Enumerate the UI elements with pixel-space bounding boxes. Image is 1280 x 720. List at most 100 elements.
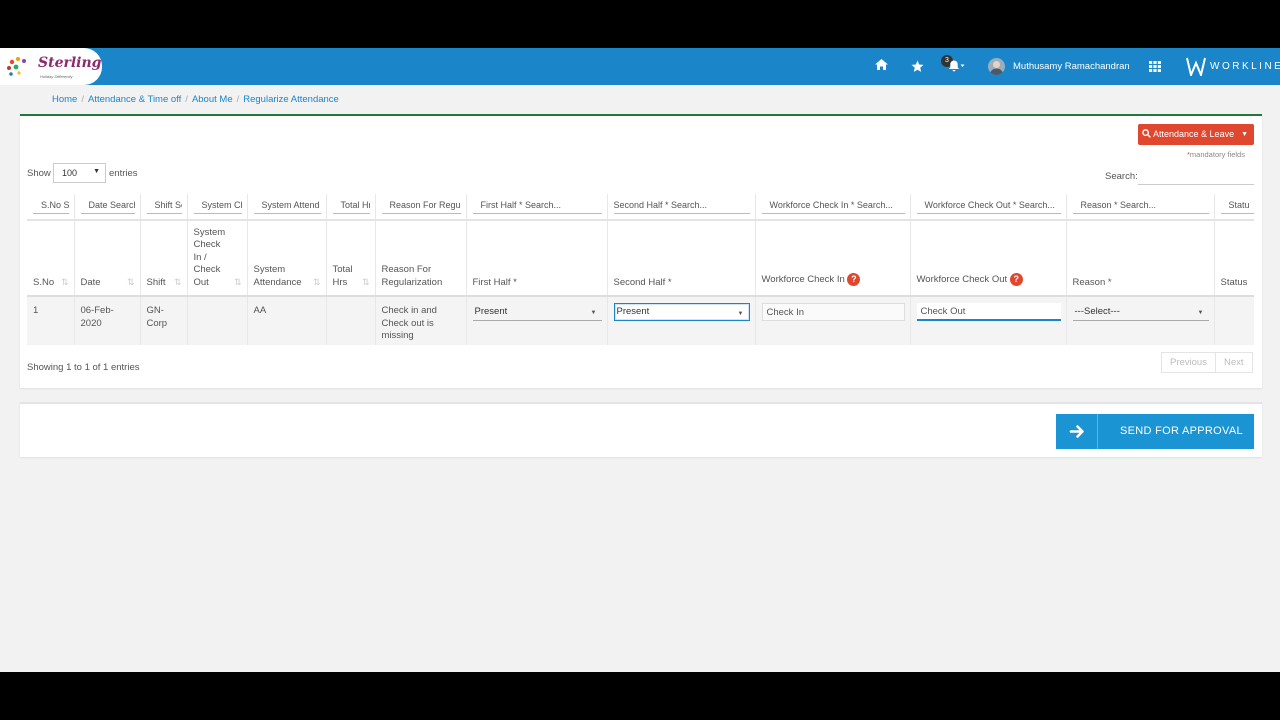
breadcrumb-regularize[interactable]: Regularize Attendance [243,94,339,105]
caret-down-icon: ▼ [1241,131,1248,138]
previous-page-button[interactable]: Previous [1162,353,1216,372]
header-reason-regularization: Reason For Regularization [375,220,467,297]
header-sno-label: S.No [33,276,55,288]
header-check-out: Workforce Check Out ? [910,220,1067,297]
header-date-label: Date [80,276,101,288]
cell-status [1214,296,1254,345]
mandatory-note: *mandatory fields [1187,150,1245,159]
dropdown-arrow-icon: ▼ [590,310,597,316]
header-shift-label: Shift [146,276,166,288]
header-reason: Reason * [1066,220,1215,297]
attendance-leave-label: Attendance & Leave [1153,129,1235,139]
cell-shift: GN-Corp [140,296,188,345]
mandatory-text: mandatory fields [1189,150,1245,159]
header-status: Status [1214,220,1254,297]
favorites-star-icon[interactable] [911,60,924,73]
header-sno[interactable]: S.No ⇅ [27,220,75,297]
filter-system-check[interactable]: System Ch [193,200,242,214]
breadcrumb: Home / Attendance & Time off / About Me / Regu… [52,94,339,105]
entries-per-page-select[interactable]: 100 ▼ [53,163,106,183]
help-icon[interactable]: ? [1009,273,1023,287]
pagination: Previous Next [1161,352,1253,373]
filter-system-attendance[interactable]: System Attend [253,200,321,214]
cell-reason-regularization: Check in and Check out is missing [375,296,467,345]
sort-icon: ⇅ [233,276,242,287]
dropdown-arrow-icon: ▼ [1197,310,1204,316]
help-icon[interactable]: ? [847,273,861,287]
header-date[interactable]: Date ⇅ [74,220,141,297]
filter-sno[interactable]: S.No Se [33,200,69,214]
attendance-leave-button[interactable]: Attendance & Leave ▼ [1138,124,1254,145]
showing-entries-info: Showing 1 to 1 of 1 entries [27,362,140,373]
dropdown-arrow-icon: ▼ [93,168,100,175]
reason-select[interactable]: ---Select--- ▼ [1072,303,1209,321]
notification-bell-icon[interactable] [948,60,966,72]
app-screen: Sterling Holiday Differently 3 Muthusamy… [0,48,1280,672]
arrow-right-icon [1069,425,1084,438]
column-filter-row: S.No Se Date Search Shift Se System Ch S… [27,194,1254,221]
header-reason-label: Reason * [1072,276,1112,288]
top-navbar: Sterling Holiday Differently 3 Muthusamy… [0,48,1280,85]
dropdown-arrow-icon: ▼ [737,311,744,317]
first-half-value: Present [474,306,508,317]
header-check-in-label: Workforce Check In [761,274,845,286]
sort-icon: ⇅ [361,276,370,287]
send-for-approval-label: SEND FOR APPROVAL [1120,425,1243,437]
home-icon[interactable] [875,59,888,70]
header-shift[interactable]: Shift ⇅ [140,220,188,297]
sort-icon: ⇅ [312,276,321,287]
breadcrumb-attendance[interactable]: Attendance & Time off [88,94,181,105]
regularize-panel: Attendance & Leave ▼ *mandatory fields S… [20,114,1262,388]
filter-check-in[interactable]: Workforce Check In * Search... [761,200,905,214]
header-system-attendance[interactable]: System Attendance ⇅ [247,220,327,297]
breadcrumb-about-me[interactable]: About Me [192,94,233,105]
filter-total-hrs[interactable]: Total Hr [332,200,370,214]
second-half-select[interactable]: Present ▼ [613,303,750,321]
search-icon [1142,129,1151,138]
check-in-input[interactable]: Check In [761,303,905,321]
breadcrumb-home[interactable]: Home [52,94,77,105]
filter-date[interactable]: Date Search [80,200,135,214]
header-system-check[interactable]: System Check In / Check Out ⇅ [187,220,248,297]
header-reason-regularization-label: Reason For Regularization [381,264,443,288]
breadcrumb-separator: / [81,94,84,105]
first-half-select[interactable]: Present ▼ [472,303,602,321]
cell-system-check [187,296,248,345]
apps-grid-icon[interactable] [1149,61,1161,72]
sort-icon: ⇅ [126,276,135,287]
sterling-logo[interactable]: Sterling Holiday Differently [0,48,102,85]
filter-first-half[interactable]: First Half * Search... [472,200,602,214]
filter-reason[interactable]: Reason * Search... [1072,200,1209,214]
brand-tagline: Holiday Differently [40,74,73,79]
filter-second-half[interactable]: Second Half * Search... [613,200,750,214]
header-first-half-label: First Half * [472,276,517,288]
filter-shift[interactable]: Shift Se [146,200,182,214]
cell-sno: 1 [27,296,75,345]
check-out-input[interactable]: Check Out [916,303,1061,321]
header-check-out-label: Workforce Check Out [916,274,1008,286]
header-system-attendance-label: System Attendance [253,264,302,288]
workline-logo-icon [1186,57,1206,76]
sort-asc-icon: ⇅ [60,276,69,287]
product-name: WORKLINE [1210,61,1280,72]
reason-value: ---Select--- [1074,306,1120,317]
next-page-button[interactable]: Next [1216,353,1252,372]
header-total-hrs[interactable]: Total Hrs ⇅ [326,220,376,297]
action-panel: SEND FOR APPROVAL [20,402,1262,457]
filter-reason-regularization[interactable]: Reason For Regul [381,200,461,214]
send-for-approval-button[interactable]: SEND FOR APPROVAL [1056,414,1254,449]
user-avatar[interactable] [988,58,1005,75]
cell-system-attendance: AA [247,296,327,345]
header-system-check-label: System Check In / Check Out [193,226,226,288]
header-check-in: Workforce Check In ? [755,220,911,297]
table-scroll-area[interactable]: S.No Se Date Search Shift Se System Ch S… [27,194,1254,346]
user-name[interactable]: Muthusamy Ramachandran [1013,61,1130,72]
header-total-hrs-label: Total Hrs [332,264,353,288]
breadcrumb-separator: / [236,94,240,105]
table-search-input[interactable] [1138,167,1254,185]
entries-label: entries [109,168,138,179]
user-avatar-icon [989,61,1004,75]
logo-dots-icon [7,57,26,76]
filter-check-out[interactable]: Workforce Check Out * Search... [916,200,1061,214]
filter-status[interactable]: Statu [1220,200,1254,214]
